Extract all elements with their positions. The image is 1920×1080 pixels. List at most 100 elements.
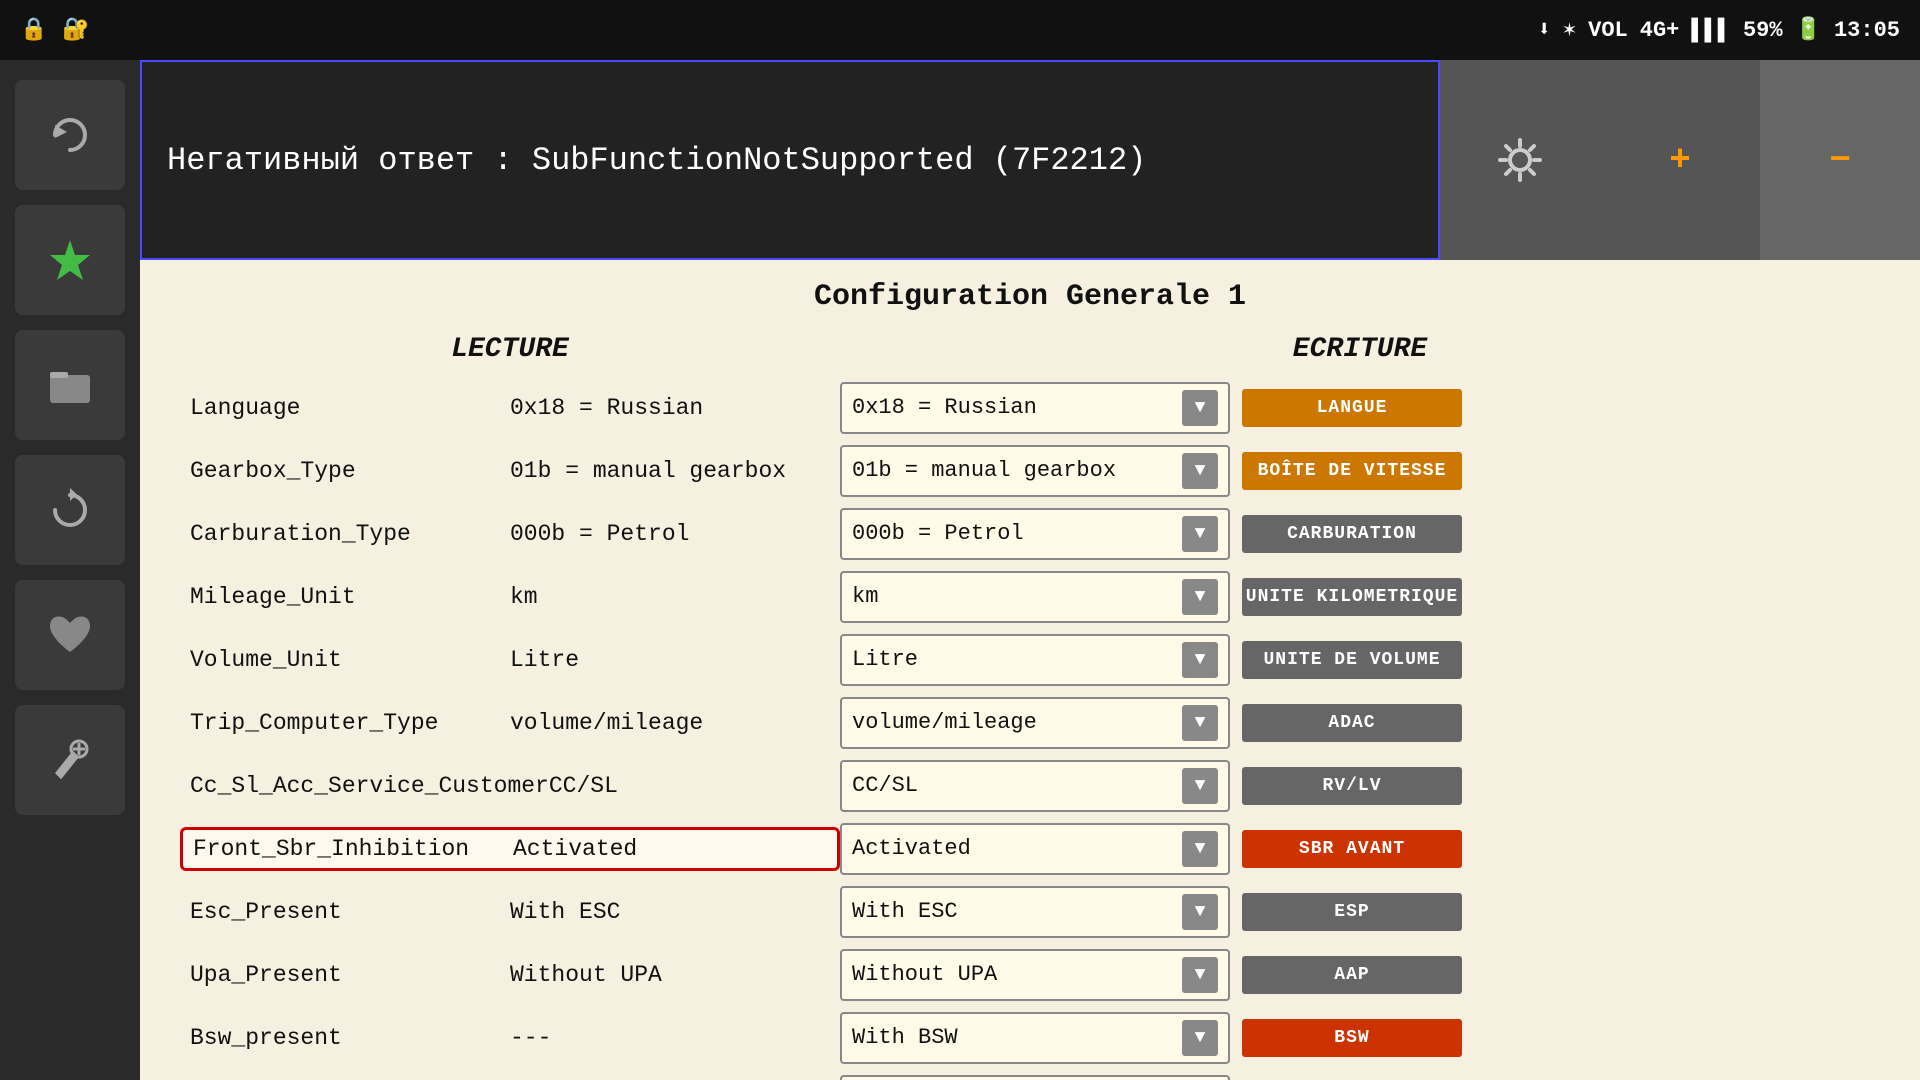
- dropdown-0[interactable]: 0x18 = Russian ▼: [840, 382, 1230, 434]
- row-value-8: With ESC: [510, 899, 620, 925]
- dropdown-value-7: Activated: [852, 836, 971, 861]
- row-label-3: Mileage_Unit: [190, 584, 510, 610]
- dropdown-value-4: Litre: [852, 647, 918, 672]
- row-value-9: Without UPA: [510, 962, 662, 988]
- sidebar-reload-btn[interactable]: [15, 455, 125, 565]
- dropdown-value-3: km: [852, 584, 878, 609]
- dropdown-3[interactable]: km▼: [840, 571, 1230, 623]
- page-title: Configuration Generale 1: [180, 280, 1880, 314]
- dropdown-7[interactable]: Activated▼: [840, 823, 1230, 875]
- ecriture-tag-5: ADAC: [1242, 704, 1462, 742]
- chevron-down-icon-8: ▼: [1182, 894, 1218, 930]
- sidebar-folder-btn[interactable]: [15, 330, 125, 440]
- ecriture-tag-3: UNITE KILOMETRIQUE: [1242, 578, 1462, 616]
- row-value-4: Litre: [510, 647, 579, 673]
- row-lecture-5: Trip_Computer_Typevolume/mileage: [180, 704, 840, 742]
- row-lecture-4: Volume_UnitLitre: [180, 641, 840, 679]
- row-label-0: Language: [190, 395, 510, 421]
- columns-header: LECTURE ECRITURE: [180, 334, 1880, 365]
- table-row: Language0x18 = Russian0x18 = Russian▼LAN…: [180, 380, 1880, 435]
- main-content: Configuration Generale 1 LECTURE ECRITUR…: [140, 260, 1920, 1080]
- row-lecture-3: Mileage_Unitkm: [180, 578, 840, 616]
- ecriture-tag-7: SBR AVANT: [1242, 830, 1462, 868]
- row-ecriture-10: With BSW▼BSW: [840, 1012, 1880, 1064]
- lecture-header: LECTURE: [180, 334, 840, 365]
- table-row: Trip_Computer_Typevolume/mileagevolume/m…: [180, 695, 1880, 750]
- dropdown-5[interactable]: volume/mileage ▼: [840, 697, 1230, 749]
- table-row: Front_Sbr_InhibitionActivatedActivated▼S…: [180, 821, 1880, 876]
- row-value-5: volume/mileage: [510, 710, 703, 736]
- row-lecture-1: Gearbox_Type01b = manual gearbox: [180, 452, 840, 490]
- dropdown-1[interactable]: 01b = manual gearbox▼: [840, 445, 1230, 497]
- row-lecture-6: Cc_Sl_Acc_Service_CustomerCC/SL: [180, 767, 840, 805]
- chevron-down-icon-9: ▼: [1182, 957, 1218, 993]
- sidebar-pin-btn[interactable]: [15, 205, 125, 315]
- row-lecture-7: Front_Sbr_InhibitionActivated: [180, 827, 840, 871]
- rows-container: Language0x18 = Russian0x18 = Russian▼LAN…: [180, 380, 1880, 1080]
- table-row: Cc_Sl_Acc_Service_CustomerCC/SLCC/SL▼RV/…: [180, 758, 1880, 813]
- table-row: Upa_PresentWithout UPAWithout UPA▼AAP: [180, 947, 1880, 1002]
- row-value-10: ---: [510, 1025, 551, 1051]
- row-ecriture-3: km▼ UNITE KILOMETRIQUE: [840, 571, 1880, 623]
- dropdown-4[interactable]: Litre ▼: [840, 634, 1230, 686]
- dropdown-value-10: With BSW: [852, 1025, 958, 1050]
- ecriture-tag-2: CARBURATION: [1242, 515, 1462, 553]
- row-value-0: 0x18 = Russian: [510, 395, 703, 421]
- row-label-8: Esc_Present: [190, 899, 510, 925]
- dropdown-2[interactable]: 000b = Petrol▼: [840, 508, 1230, 560]
- lock-icon: 🔒: [20, 17, 47, 43]
- row-value-6: CC/SL: [549, 773, 618, 799]
- zoom-in-button[interactable]: +: [1600, 60, 1760, 260]
- settings-button[interactable]: [1440, 60, 1600, 260]
- bluetooth-icon: ✶: [1563, 17, 1576, 43]
- sidebar-favorites-btn[interactable]: [15, 580, 125, 690]
- row-ecriture-9: Without UPA▼AAP: [840, 949, 1880, 1001]
- chevron-down-icon-10: ▼: [1182, 1020, 1218, 1056]
- dropdown-value-0: 0x18 = Russian: [852, 395, 1037, 420]
- ecriture-tag-0: LANGUE: [1242, 389, 1462, 427]
- table-row: Carburation_Type000b = Petrol000b = Petr…: [180, 506, 1880, 561]
- row-ecriture-1: 01b = manual gearbox▼ BOÎTE DE VITESSE: [840, 445, 1880, 497]
- dropdown-value-5: volume/mileage: [852, 710, 1037, 735]
- row-label-10: Bsw_present: [190, 1025, 510, 1051]
- dropdown-9[interactable]: Without UPA ▼: [840, 949, 1230, 1001]
- dropdown-6[interactable]: CC/SL▼: [840, 760, 1230, 812]
- clock: 13:05: [1834, 18, 1900, 43]
- table-row: Mileage_Unitkmkm▼UNITE KILOMETRIQUE: [180, 569, 1880, 624]
- row-lecture-10: Bsw_present---: [180, 1019, 840, 1057]
- row-ecriture-11: With HFP▼HFP: [840, 1075, 1880, 1080]
- sidebar-refresh-btn[interactable]: [15, 80, 125, 190]
- chevron-down-icon-4: ▼: [1182, 642, 1218, 678]
- ecriture-tag-1: BOÎTE DE VITESSE: [1242, 452, 1462, 490]
- battery-download-icon: ⬇: [1538, 17, 1551, 43]
- row-ecriture-6: CC/SL▼ RV/LV: [840, 760, 1880, 812]
- row-label-2: Carburation_Type: [190, 521, 510, 547]
- dropdown-value-9: Without UPA: [852, 962, 997, 987]
- dropdown-10[interactable]: With BSW ▼: [840, 1012, 1230, 1064]
- sidebar: [0, 60, 140, 1080]
- zoom-out-button[interactable]: −: [1760, 60, 1920, 260]
- chevron-down-icon-5: ▼: [1182, 705, 1218, 741]
- chevron-down-icon-0: ▼: [1182, 390, 1218, 426]
- dropdown-value-2: 000b = Petrol: [852, 521, 1024, 546]
- row-value-2: 000b = Petrol: [510, 521, 689, 547]
- row-label-6: Cc_Sl_Acc_Service_Customer: [190, 773, 549, 799]
- row-label-7: Front_Sbr_Inhibition: [193, 836, 513, 862]
- table-row: Esc_PresentWith ESCWith ESC▼ESP: [180, 884, 1880, 939]
- sidebar-tools-btn[interactable]: [15, 705, 125, 815]
- row-ecriture-4: Litre▼UNITE DE VOLUME: [840, 634, 1880, 686]
- table-row: Bsw_present---With BSW▼BSW: [180, 1010, 1880, 1065]
- row-lecture-8: Esc_PresentWith ESC: [180, 893, 840, 931]
- row-value-3: km: [510, 584, 538, 610]
- row-ecriture-0: 0x18 = Russian ▼ LANGUE: [840, 382, 1880, 434]
- status-left: 🔒 🔐: [20, 17, 90, 43]
- notification-text: Негативный ответ : SubFunctionNotSupport…: [140, 60, 1440, 260]
- dropdown-value-6: CC/SL: [852, 773, 918, 798]
- dropdown-8[interactable]: With ESC▼: [840, 886, 1230, 938]
- row-ecriture-7: Activated▼ SBR AVANT: [840, 823, 1880, 875]
- dropdown-value-1: 01b = manual gearbox: [852, 458, 1116, 483]
- ecriture-tag-6: RV/LV: [1242, 767, 1462, 805]
- row-ecriture-5: volume/mileage ▼ ADAC: [840, 697, 1880, 749]
- signal-bars: ▌▌▌: [1691, 18, 1731, 43]
- dropdown-11[interactable]: With HFP▼: [840, 1075, 1230, 1080]
